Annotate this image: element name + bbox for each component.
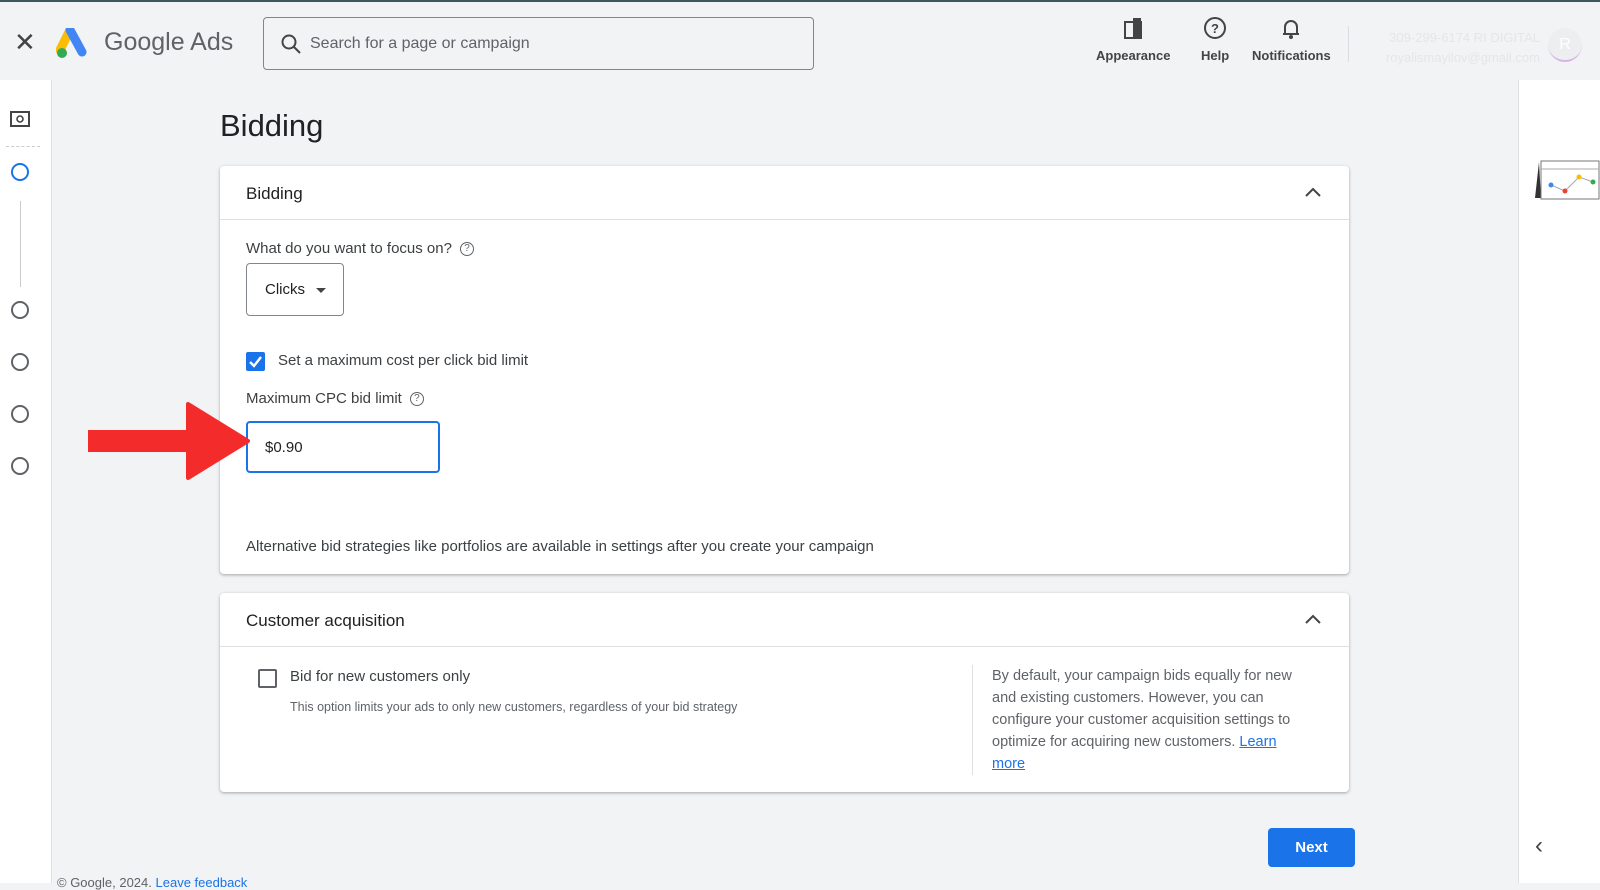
page-title: Bidding: [220, 108, 324, 143]
account-info[interactable]: 309-299-6174 RI DIGITAL royalismayilov@gm…: [1360, 28, 1540, 68]
bell-icon: [1252, 16, 1331, 42]
divider: [6, 146, 40, 147]
max-cpc-checkbox-label[interactable]: Set a maximum cost per click bid limit: [278, 352, 528, 369]
bidding-card: Bidding What do you want to focus on?? C…: [220, 166, 1349, 574]
brand-name: Google Ads: [104, 28, 234, 56]
bidding-card-title: Bidding: [246, 184, 303, 203]
preview-icon[interactable]: [10, 110, 30, 128]
step-current[interactable]: [11, 163, 29, 181]
search-icon: [281, 34, 301, 54]
appearance-button[interactable]: Appearance: [1096, 16, 1170, 63]
right-panel: ‹: [1518, 80, 1600, 883]
max-cpc-input[interactable]: $0.90: [246, 421, 440, 473]
focus-label: What do you want to focus on??: [246, 240, 474, 257]
chevron-left-icon[interactable]: ‹: [1535, 832, 1543, 860]
bidding-card-header[interactable]: Bidding: [220, 166, 1349, 220]
chart-illustration-icon: [1535, 160, 1600, 200]
help-icon[interactable]: ?: [459, 242, 474, 257]
account-id: 309-299-6174 RI DIGITAL: [1389, 30, 1540, 45]
step-item[interactable]: [11, 301, 29, 319]
new-customers-label[interactable]: Bid for new customers only: [290, 668, 470, 685]
new-customers-checkbox[interactable]: [258, 669, 277, 688]
chevron-up-icon[interactable]: [1303, 609, 1323, 629]
customer-description: By default, your campaign bids equally f…: [992, 668, 1292, 772]
appearance-icon: [1096, 16, 1170, 42]
bidding-note: Alternative bid strategies like portfoli…: [246, 538, 874, 555]
search-input[interactable]: Search for a page or campaign: [263, 17, 814, 70]
notifications-label: Notifications: [1252, 48, 1331, 63]
customer-card-title: Customer acquisition: [246, 611, 405, 630]
account-email: royalismayilov@gmail.com: [1385, 50, 1540, 65]
help-label: Help: [1201, 48, 1230, 63]
help-icon: ?: [1201, 16, 1229, 42]
google-ads-logo: [56, 28, 87, 58]
close-icon[interactable]: ✕: [14, 29, 36, 55]
max-cpc-label: Maximum CPC bid limit?: [246, 390, 424, 407]
svg-text:?: ?: [1211, 21, 1219, 36]
new-customers-hint: This option limits your ads to only new …: [290, 700, 738, 714]
notifications-button[interactable]: Notifications: [1252, 16, 1331, 63]
checkmark-icon: [249, 356, 262, 368]
step-item[interactable]: [11, 457, 29, 475]
next-button[interactable]: Next: [1268, 828, 1355, 867]
help-icon[interactable]: ?: [409, 392, 424, 407]
customer-acquisition-card: Customer acquisition Bid for new custome…: [220, 593, 1349, 792]
help-button[interactable]: ? Help: [1201, 16, 1229, 63]
divider: [1348, 26, 1349, 62]
max-cpc-checkbox[interactable]: [246, 352, 265, 371]
red-arrow-annotation: [88, 402, 250, 480]
step-item[interactable]: [11, 353, 29, 371]
step-line: [20, 201, 21, 287]
divider: [972, 665, 973, 775]
chevron-up-icon[interactable]: [1303, 182, 1323, 202]
step-item[interactable]: [11, 405, 29, 423]
customer-card-header[interactable]: Customer acquisition: [220, 593, 1349, 647]
appearance-label: Appearance: [1096, 48, 1171, 63]
steps-sidebar: [0, 80, 52, 883]
max-cpc-value: 0.90: [273, 439, 303, 456]
search-placeholder: Search for a page or campaign: [310, 35, 530, 52]
avatar[interactable]: R: [1548, 28, 1582, 62]
dropdown-arrow-icon: [316, 288, 326, 293]
top-bar: ✕ Google Ads Search for a page or campai…: [0, 2, 1600, 80]
focus-dropdown[interactable]: Clicks: [246, 263, 344, 316]
